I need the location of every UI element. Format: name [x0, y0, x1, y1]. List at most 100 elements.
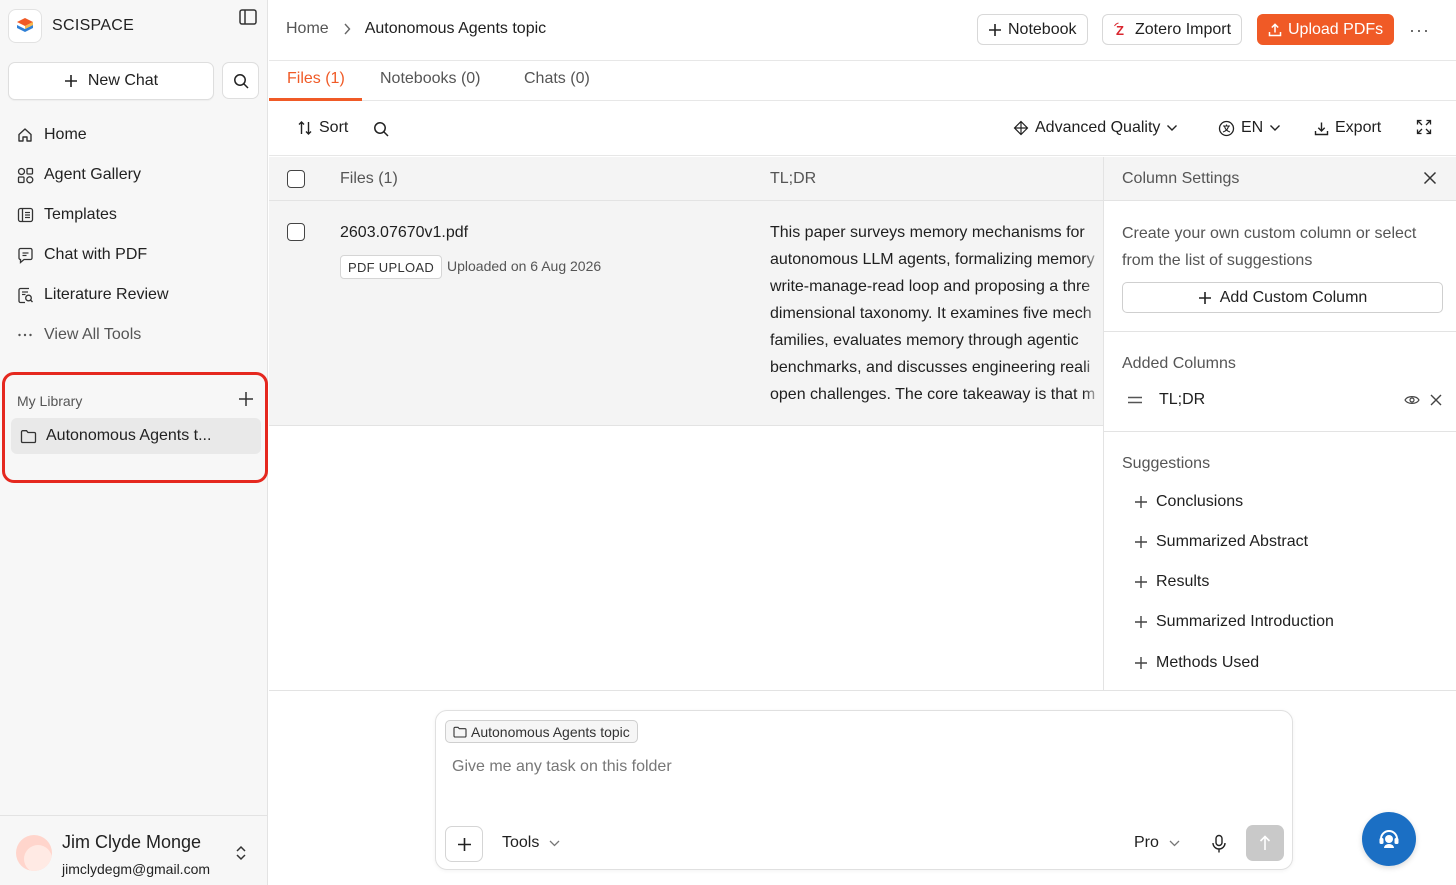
tldr-line: write-manage-read loop and proposing a t…: [770, 278, 1091, 295]
column-settings-panel: Column Settings Create your own custom c…: [1103, 157, 1456, 690]
divider: [1104, 331, 1456, 332]
remove-column-icon[interactable]: [1430, 394, 1442, 406]
breadcrumb-home[interactable]: Home: [286, 20, 329, 38]
drag-handle-icon[interactable]: [1128, 396, 1142, 404]
column-header-files[interactable]: Files (1): [340, 170, 398, 188]
close-icon[interactable]: [1423, 171, 1437, 185]
breadcrumb-current: Autonomous Agents topic: [364, 20, 547, 37]
tab-files[interactable]: Files (1): [287, 70, 345, 88]
download-icon: [1314, 122, 1329, 135]
search-icon: [233, 73, 249, 89]
breadcrumb: Home Autonomous Agents topic: [286, 20, 546, 38]
quality-dropdown[interactable]: Advanced Quality: [1013, 119, 1178, 137]
expand-icon[interactable]: [1416, 119, 1432, 135]
sidebar-item-templates[interactable]: Templates: [8, 195, 260, 235]
upload-label: Upload PDFs: [1288, 20, 1384, 38]
top-bar: Home Autonomous Agents topic Notebook Z …: [269, 0, 1456, 61]
sidebar-item-home[interactable]: Home: [8, 115, 260, 155]
tab-notebooks[interactable]: Notebooks (0): [380, 70, 481, 88]
chevron-down-icon: [1270, 125, 1281, 131]
suggestion-label: Methods Used: [1156, 654, 1260, 671]
file-source-badge: PDF UPLOAD: [340, 255, 443, 279]
divider: [1104, 431, 1456, 432]
zotero-icon: Z: [1114, 22, 1124, 38]
sidebar-nav: Home Agent Gallery Templates Chat with P…: [8, 115, 260, 355]
attach-button[interactable]: [445, 826, 483, 862]
prompt-input[interactable]: Give me any task on this folder: [452, 758, 672, 776]
context-chip-label: Autonomous Agents topic: [471, 723, 630, 740]
sidebar-search-button[interactable]: [222, 62, 259, 99]
mode-dropdown[interactable]: Pro: [1134, 834, 1180, 852]
home-icon: [16, 126, 34, 144]
notebook-button[interactable]: Notebook: [977, 14, 1088, 45]
zotero-import-button[interactable]: Z Zotero Import: [1102, 14, 1243, 45]
chevron-down-icon: [549, 840, 560, 846]
sidebar-item-chat-with-pdf[interactable]: Chat with PDF: [8, 235, 260, 275]
sidebar-item-label: Agent Gallery: [44, 166, 141, 183]
sidebar-toggle-icon[interactable]: [239, 9, 257, 25]
sort-icon: [298, 121, 312, 135]
row-checkbox[interactable]: [287, 223, 305, 241]
tab-chats[interactable]: Chats (0): [524, 70, 590, 88]
suggestion-results[interactable]: Results: [1134, 573, 1209, 591]
suggestion-summarized-abstract[interactable]: Summarized Abstract: [1134, 533, 1308, 551]
panel-header: Column Settings: [1104, 157, 1456, 201]
added-columns-title: Added Columns: [1122, 355, 1236, 372]
plus-icon: [1135, 496, 1147, 508]
support-agent-icon: [1379, 830, 1399, 848]
notebook-label: Notebook: [1008, 20, 1077, 38]
upload-icon: [1268, 22, 1282, 36]
upload-pdfs-button[interactable]: Upload PDFs: [1257, 14, 1395, 45]
suggestion-summarized-introduction[interactable]: Summarized Introduction: [1134, 613, 1334, 631]
sort-button[interactable]: Sort: [297, 119, 348, 137]
zotero-label: Zotero Import: [1135, 20, 1232, 38]
agent-gallery-icon: [16, 166, 34, 184]
table-search-button[interactable]: [373, 121, 389, 137]
suggestion-conclusions[interactable]: Conclusions: [1134, 493, 1243, 511]
column-header-tldr[interactable]: TL;DR: [770, 170, 816, 188]
add-library-icon[interactable]: [237, 390, 255, 408]
eye-icon[interactable]: [1404, 394, 1420, 406]
suggestion-methods-used[interactable]: Methods Used: [1134, 654, 1259, 672]
language-dropdown[interactable]: EN: [1218, 119, 1281, 137]
sidebar-item-label: Literature Review: [44, 286, 169, 303]
tldr-line: autonomous LLM agents, formalizing memor…: [770, 251, 1095, 268]
context-chip[interactable]: Autonomous Agents topic: [445, 720, 638, 743]
user-profile[interactable]: Jim Clyde Monge jimclydegm@gmail.com: [0, 815, 268, 885]
new-chat-button[interactable]: New Chat: [8, 62, 214, 100]
support-chat-button[interactable]: [1362, 812, 1416, 866]
sidebar-item-agent-gallery[interactable]: Agent Gallery: [8, 155, 260, 195]
suggestion-label: Conclusions: [1156, 493, 1244, 510]
tldr-line: benchmarks, and discusses engineering re…: [770, 359, 1091, 376]
active-tab-indicator: [269, 98, 362, 101]
tools-dropdown[interactable]: Tools: [502, 834, 560, 852]
microphone-icon[interactable]: [1210, 834, 1228, 854]
select-all-checkbox[interactable]: [287, 170, 305, 188]
chevron-right-icon: [344, 23, 351, 35]
add-custom-column-label: Add Custom Column: [1219, 288, 1368, 306]
tldr-line: dimensional taxonomy. It examines five m…: [770, 305, 1092, 322]
scispace-logo-icon: [8, 9, 42, 43]
svg-text:Z: Z: [1116, 23, 1124, 38]
plus-icon: [1135, 536, 1147, 548]
sidebar-item-label: Home: [44, 126, 87, 143]
brand[interactable]: SCISPACE: [8, 8, 260, 44]
added-column-item[interactable]: TL;DR: [1122, 387, 1442, 413]
library-item-folder[interactable]: Autonomous Agents t...: [11, 418, 261, 454]
tldr-line: families, evaluates memory through agent…: [770, 332, 1079, 349]
sort-label: Sort: [319, 119, 349, 136]
content-bottom-divider: [269, 690, 1456, 691]
tldr-line: open challenges. The core takeaway is th…: [770, 386, 1096, 403]
file-name[interactable]: 2603.07670v1.pdf: [340, 224, 468, 242]
chevron-up-down-icon[interactable]: [234, 844, 248, 862]
table-row[interactable]: 2603.07670v1.pdf PDF UPLOAD Uploaded on …: [269, 201, 1103, 426]
language-label: EN: [1241, 119, 1264, 136]
add-custom-column-button[interactable]: Add Custom Column: [1122, 282, 1443, 313]
sidebar-item-literature-review[interactable]: Literature Review: [8, 275, 260, 315]
plus-icon: [457, 837, 471, 851]
export-button[interactable]: Export: [1314, 119, 1381, 137]
more-options-icon[interactable]: ···: [1409, 20, 1430, 41]
library-item-label: Autonomous Agents t...: [46, 427, 212, 444]
send-button[interactable]: [1246, 825, 1284, 861]
sidebar-item-view-all-tools[interactable]: View All Tools: [8, 315, 260, 355]
